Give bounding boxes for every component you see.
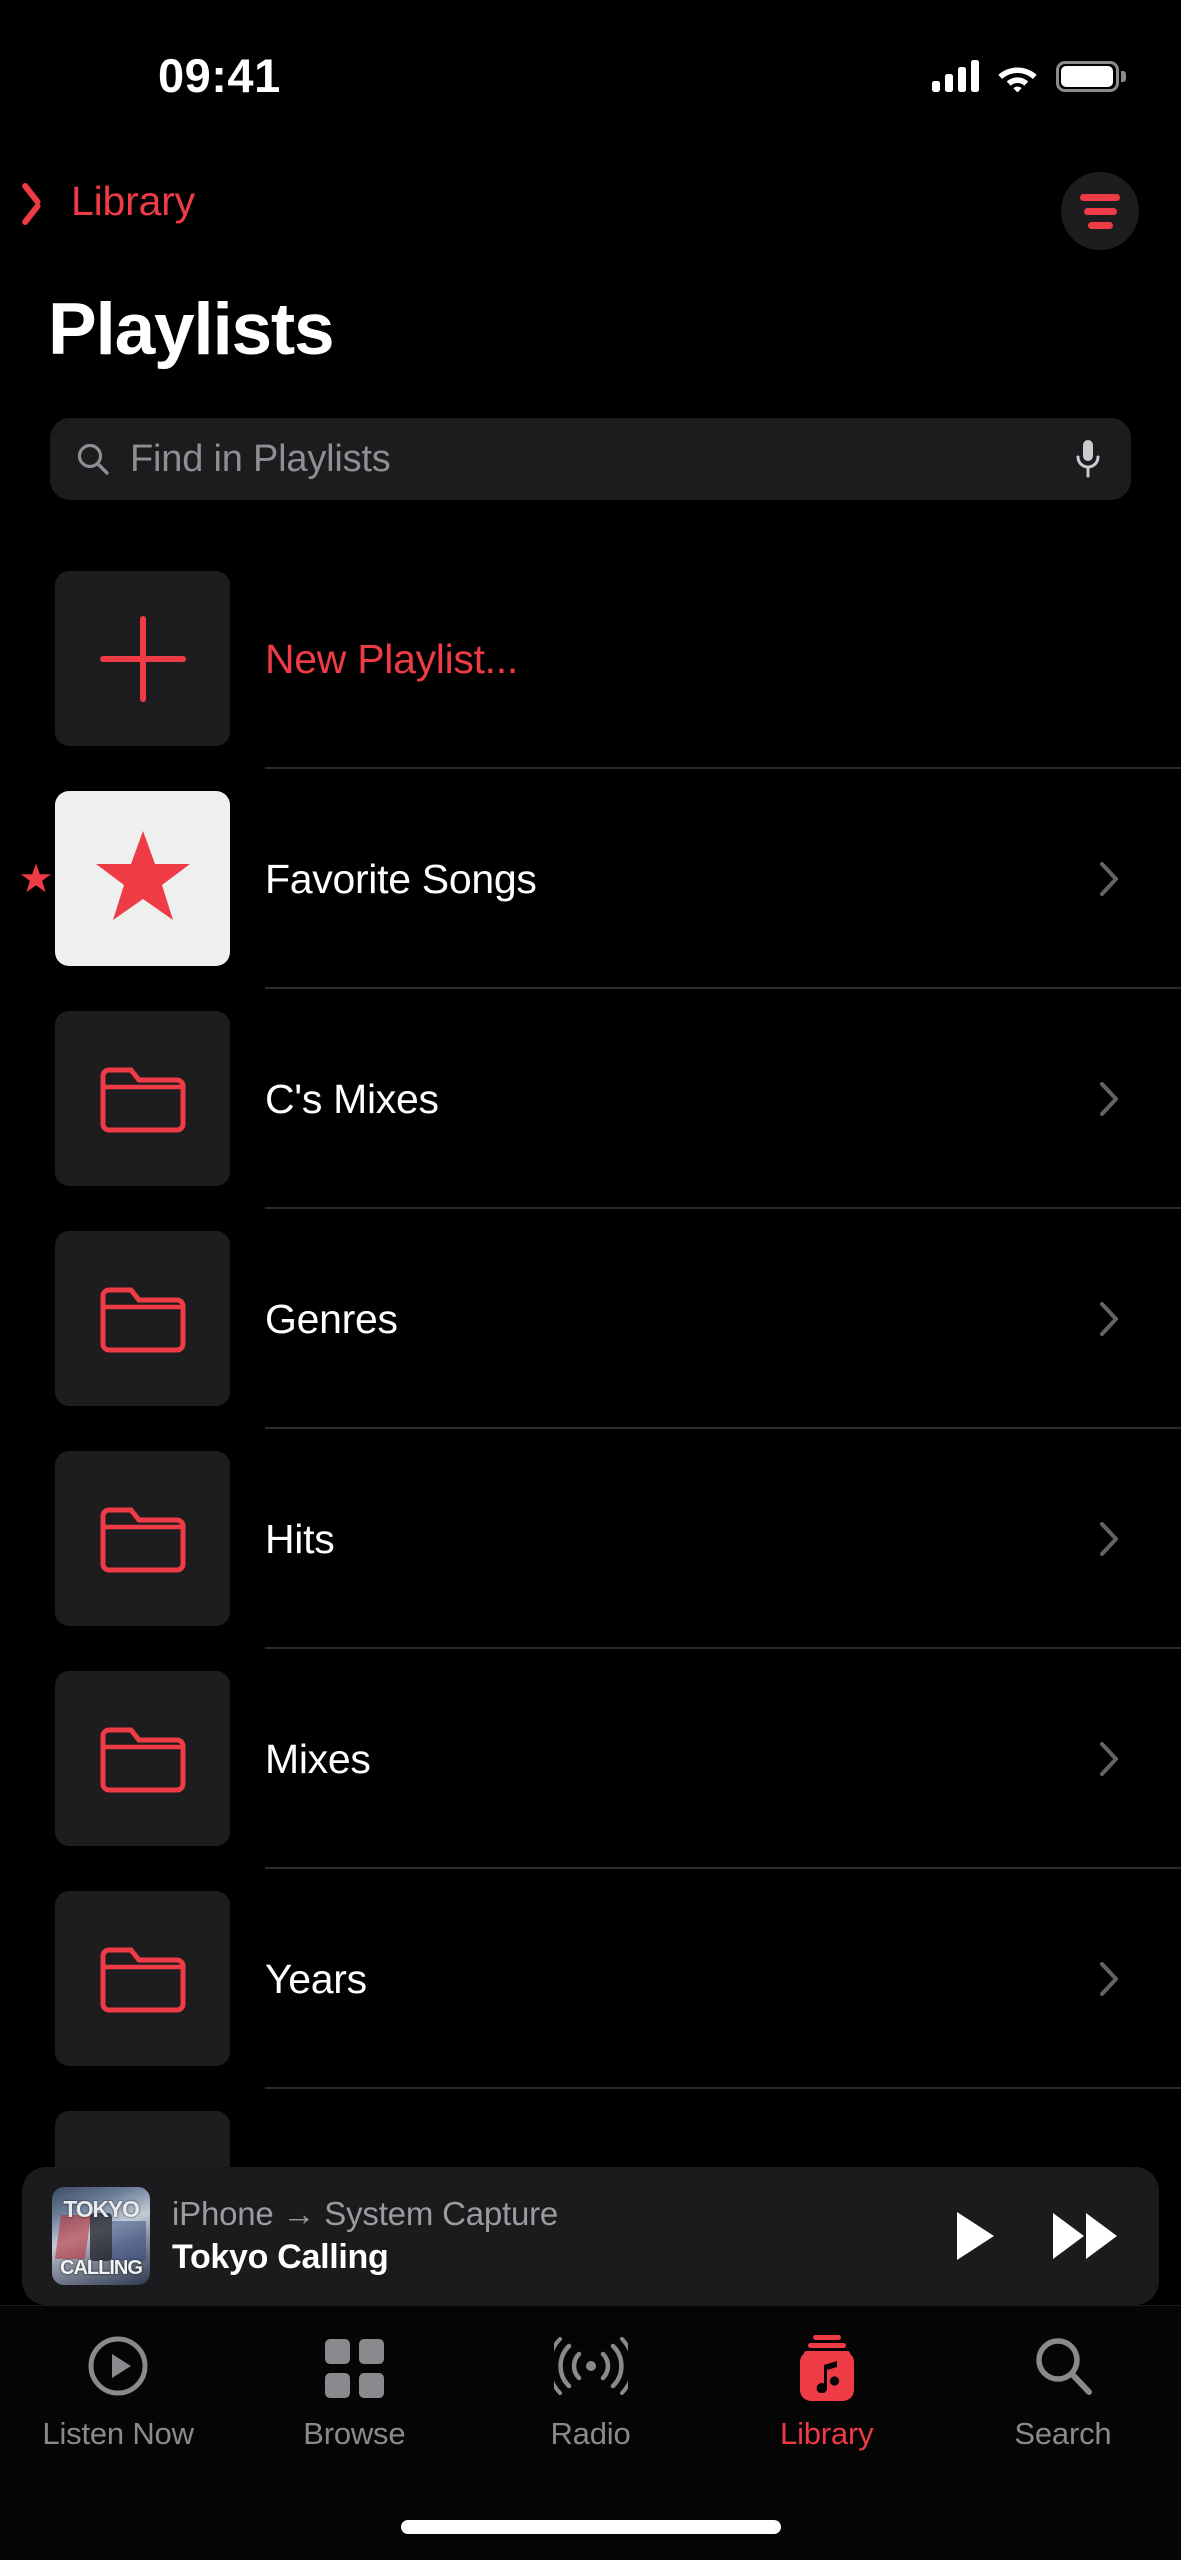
tab-search[interactable]: Search [945, 2334, 1181, 2452]
chevron-right-icon [1100, 862, 1119, 896]
list-item-thumbnail [55, 1671, 230, 1846]
tab-browse[interactable]: Browse [236, 2334, 472, 2452]
chevron-right-icon [1100, 1522, 1119, 1556]
search-input[interactable]: Find in Playlists [130, 438, 391, 481]
search-icon [76, 442, 110, 476]
tab-library[interactable]: Library [709, 2334, 945, 2452]
chevron-right-icon [1100, 1302, 1119, 1336]
search-bar[interactable]: Find in Playlists [50, 418, 1131, 500]
home-indicator[interactable] [400, 2520, 781, 2534]
grid-squares-icon [324, 2338, 384, 2398]
music-library-icon [796, 2335, 858, 2401]
cellular-signal-icon [932, 60, 979, 92]
now-playing-artwork: TOKYO CALLING [52, 2187, 150, 2285]
status-bar-indicators [932, 52, 1126, 93]
list-item-thumbnail [55, 1011, 230, 1186]
list-item[interactable]: C's Mixes [0, 989, 1181, 1209]
list-item[interactable]: New Playlist... [0, 549, 1181, 769]
chevron-right-icon [1100, 1962, 1119, 1996]
filter-sort-button[interactable] [1061, 172, 1139, 250]
navigation-bar: Library [0, 170, 1181, 280]
microphone-icon[interactable] [1073, 438, 1103, 480]
playlists-list: New Playlist... Favorite Songs C's Mixes Ge… [0, 549, 1181, 2309]
folder-icon [97, 1056, 189, 1141]
folder-icon [97, 1496, 189, 1581]
list-item-thumbnail [55, 791, 230, 966]
status-bar: 09:41 [0, 0, 1181, 125]
wifi-icon [996, 60, 1039, 93]
list-item-label: Years [265, 1955, 367, 2002]
folder-icon [97, 1716, 189, 1801]
fast-forward-icon[interactable] [1051, 2211, 1119, 2261]
list-item[interactable]: Favorite Songs [0, 769, 1181, 989]
list-item-label: Favorite Songs [265, 855, 537, 902]
chevron-right-icon [1100, 1742, 1119, 1776]
list-item-thumbnail [55, 1451, 230, 1626]
app-screen: 09:41 Library Playlists Find in Playlist… [0, 0, 1181, 2560]
airplay-route-label: iPhone → System Capture [172, 2195, 559, 2232]
now-playing-text: iPhone → System Capture Tokyo Calling [172, 2195, 558, 2277]
tab-listen-now[interactable]: Listen Now [0, 2334, 236, 2452]
now-playing-title: Tokyo Calling [172, 2238, 389, 2276]
play-icon[interactable] [954, 2210, 996, 2262]
list-item[interactable]: Genres [0, 1209, 1181, 1429]
list-item[interactable]: Years [0, 1869, 1181, 2089]
filter-sort-icon [1080, 193, 1120, 201]
status-bar-time: 09:41 [158, 49, 281, 102]
list-item[interactable]: Hits [0, 1429, 1181, 1649]
battery-icon [1056, 61, 1126, 92]
artwork-top-text: TOKYO [63, 2196, 140, 2222]
star-index-icon [20, 863, 52, 895]
mini-player-controls [954, 2210, 1119, 2262]
list-item-thumbnail [55, 1231, 230, 1406]
list-item-label: Hits [265, 1515, 335, 1562]
tab-label: Listen Now [42, 2416, 194, 2451]
list-item-label: C's Mixes [265, 1075, 439, 1122]
star-icon [93, 829, 193, 929]
list-item-label: Genres [265, 1295, 398, 1342]
tab-label: Radio [550, 2416, 631, 2451]
chevron-left-icon [34, 180, 60, 224]
page-title: Playlists [48, 289, 335, 370]
tab-label: Browse [303, 2416, 406, 2451]
list-item-thumbnail [55, 571, 230, 746]
list-item-thumbnail [55, 1891, 230, 2066]
play-circle-icon [87, 2335, 149, 2402]
mini-player[interactable]: TOKYO CALLING iPhone → System Capture To… [22, 2167, 1159, 2305]
artwork-bottom-text: CALLING [60, 2257, 143, 2279]
list-item-label: Mixes [265, 1735, 371, 1782]
back-button[interactable]: Library [34, 178, 195, 225]
tab-label: Library [780, 2416, 874, 2451]
tab-radio[interactable]: Radio [472, 2334, 708, 2452]
list-item-label: New Playlist... [265, 635, 518, 682]
search-icon [1032, 2335, 1094, 2402]
chevron-right-icon [1100, 1082, 1119, 1116]
folder-icon [97, 1936, 189, 2021]
folder-icon [97, 1276, 189, 1361]
list-item[interactable]: Mixes [0, 1649, 1181, 1869]
tab-label: Search [1014, 2416, 1112, 2451]
plus-icon [99, 615, 186, 702]
radio-waves-icon [546, 2335, 635, 2402]
back-button-label: Library [71, 178, 195, 224]
